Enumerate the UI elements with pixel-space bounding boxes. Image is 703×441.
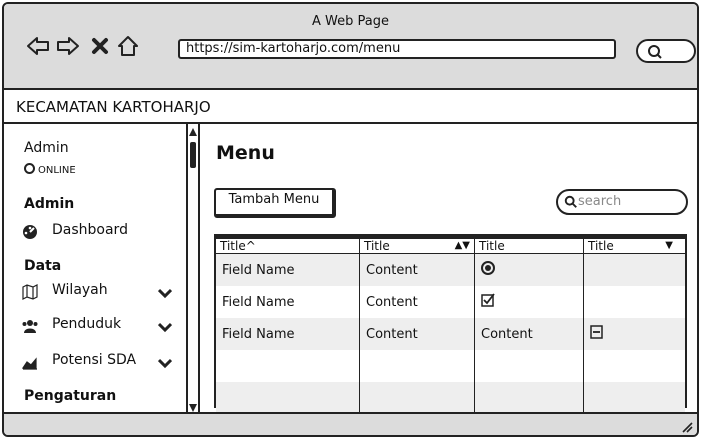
sidebar-item-wilayah[interactable]: Wilayah bbox=[22, 282, 182, 304]
sort-icon: ▲▼ bbox=[454, 240, 470, 251]
column-header[interactable]: Title bbox=[474, 239, 584, 254]
online-status-icon bbox=[24, 163, 35, 174]
sidebar-item-potensi-sda[interactable]: Potensi SDA bbox=[22, 352, 182, 374]
browser-search-button[interactable] bbox=[636, 39, 696, 63]
browser-window: A Web Page https://sim-kartoharjo.com/me… bbox=[2, 2, 699, 437]
search-input[interactable]: search bbox=[556, 189, 688, 215]
chevron-down-icon bbox=[158, 288, 172, 299]
search-placeholder: search bbox=[578, 194, 622, 209]
collapse-box-icon[interactable] bbox=[590, 325, 604, 339]
users-icon bbox=[22, 320, 38, 333]
column-header[interactable]: Title^ bbox=[216, 239, 360, 254]
chevron-down-icon bbox=[158, 358, 172, 369]
user-name: Admin bbox=[24, 140, 69, 156]
section-heading-data: Data bbox=[24, 258, 62, 274]
home-icon[interactable] bbox=[116, 34, 140, 58]
sidebar-item-label: Dashboard bbox=[52, 222, 128, 238]
main-content: Menu Tambah Menu search Title^ Title ▲▼ T… bbox=[202, 124, 697, 416]
menu-table: Title^ Title ▲▼ Title Title ▼ Field Name C… bbox=[214, 234, 687, 414]
section-heading-admin: Admin bbox=[24, 196, 75, 212]
dashboard-icon bbox=[23, 225, 37, 239]
user-status: ONLINE bbox=[24, 163, 76, 176]
sidebar-item-label: Wilayah bbox=[52, 282, 108, 298]
sidebar-item-label: Penduduk bbox=[52, 316, 122, 332]
sidebar-item-label: Potensi SDA bbox=[52, 352, 137, 368]
sidebar: Admin ONLINE Admin Dashboard Data Wilaya… bbox=[4, 124, 186, 416]
table-row[interactable]: Field Name Content bbox=[216, 253, 685, 286]
table-row[interactable]: Field Name Content bbox=[216, 286, 685, 318]
page-title: Menu bbox=[216, 142, 275, 164]
column-header[interactable]: Title ▲▼ bbox=[359, 239, 475, 254]
section-heading-pengaturan: Pengaturan bbox=[24, 388, 117, 404]
scroll-up-icon[interactable] bbox=[188, 126, 198, 138]
forward-arrow-icon[interactable] bbox=[56, 34, 80, 58]
column-header[interactable]: Title ▼ bbox=[583, 239, 685, 254]
table-row[interactable] bbox=[216, 350, 685, 382]
user-status-label: ONLINE bbox=[38, 165, 76, 176]
browser-toolbar: A Web Page https://sim-kartoharjo.com/me… bbox=[4, 4, 697, 90]
chevron-down-icon bbox=[158, 322, 172, 333]
sidebar-item-penduduk[interactable]: Penduduk bbox=[22, 316, 182, 338]
window-title: A Web Page bbox=[312, 14, 389, 29]
sidebar-scrollbar[interactable] bbox=[186, 124, 200, 416]
url-input[interactable]: https://sim-kartoharjo.com/menu bbox=[178, 39, 616, 59]
table-row[interactable] bbox=[216, 382, 685, 414]
area-chart-icon bbox=[22, 357, 37, 370]
resize-grip-icon[interactable] bbox=[679, 419, 693, 433]
checkbox-checked-icon[interactable] bbox=[481, 293, 495, 307]
app-header-title: KECAMATAN KARTOHARJO bbox=[4, 90, 697, 124]
search-icon bbox=[564, 195, 577, 208]
dropdown-icon: ▼ bbox=[665, 240, 673, 251]
map-icon bbox=[22, 284, 38, 300]
search-icon bbox=[648, 45, 662, 59]
close-icon[interactable] bbox=[88, 34, 112, 58]
table-row[interactable]: Field Name Content Content bbox=[216, 318, 685, 350]
back-arrow-icon[interactable] bbox=[26, 34, 50, 58]
add-menu-button[interactable]: Tambah Menu bbox=[214, 188, 336, 218]
radio-selected-icon[interactable] bbox=[481, 261, 495, 275]
scroll-thumb[interactable] bbox=[190, 142, 196, 168]
status-bar bbox=[4, 412, 697, 435]
sidebar-item-dashboard[interactable]: Dashboard bbox=[22, 222, 182, 244]
